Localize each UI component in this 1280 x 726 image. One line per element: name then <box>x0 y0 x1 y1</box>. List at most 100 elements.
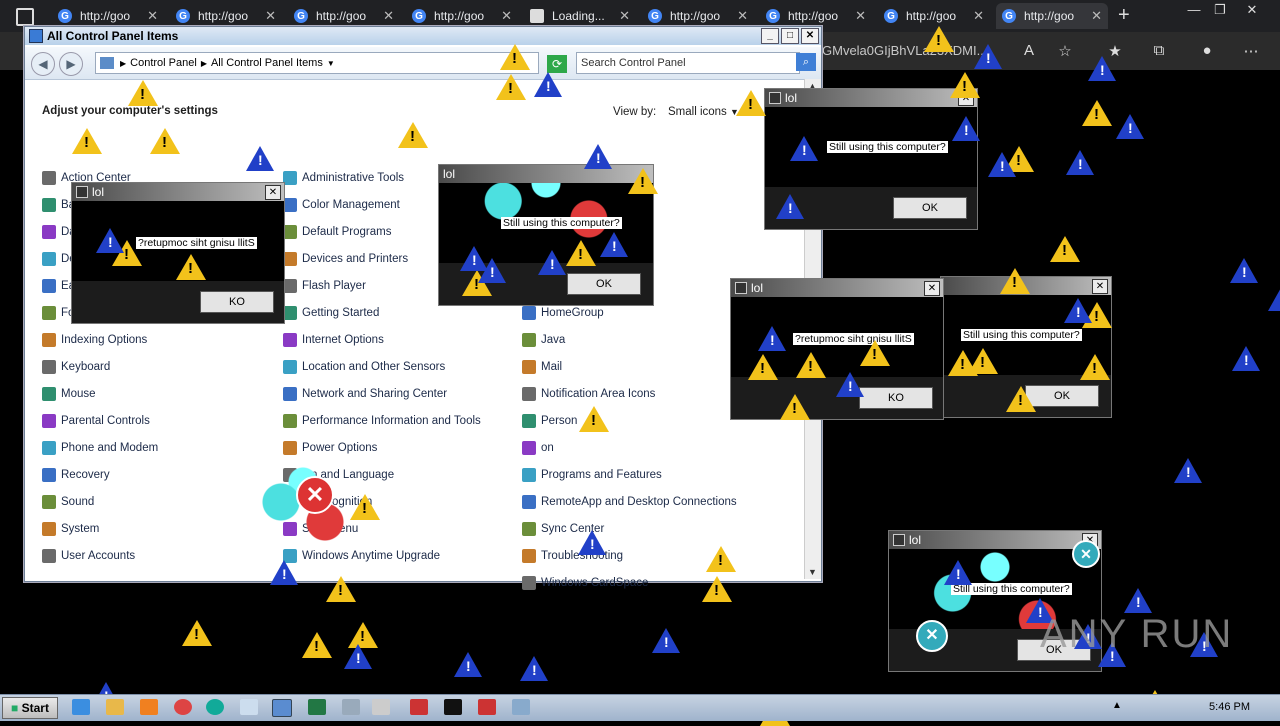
control-panel-item[interactable]: Network and Sharing Center <box>283 387 447 401</box>
view-by-dropdown[interactable]: Small icons ▼ <box>668 106 739 118</box>
document-icon[interactable] <box>342 699 360 715</box>
close-button[interactable]: ✕ <box>801 28 819 44</box>
address-bar[interactable]: ▶ Control Panel ▶ All Control Panel Item… <box>95 52 539 74</box>
breadcrumb-control-panel[interactable]: Control Panel <box>130 57 197 69</box>
chrome-icon[interactable] <box>174 699 192 715</box>
close-tab-icon[interactable]: ✕ <box>973 8 984 24</box>
control-panel-taskbar-icon[interactable] <box>272 699 292 717</box>
control-panel-item[interactable]: Internet Options <box>283 333 384 347</box>
clock[interactable]: 5:46 PM <box>1209 701 1250 713</box>
browser-window-icon[interactable] <box>16 8 34 26</box>
control-panel-item[interactable]: Devices and Printers <box>283 252 408 266</box>
close-tab-icon[interactable]: ✕ <box>737 8 748 24</box>
calculator-icon[interactable] <box>372 699 390 715</box>
more-options-icon[interactable]: ⋯ <box>1240 42 1262 60</box>
close-tab-icon[interactable]: ✕ <box>147 8 158 24</box>
browser-tab-active[interactable]: Ghttp://goo ✕ <box>996 3 1108 29</box>
control-panel-item[interactable]: Person <box>522 414 577 428</box>
close-button[interactable]: ✕ <box>1092 279 1108 294</box>
profile-icon[interactable]: ● <box>1196 42 1218 59</box>
control-panel-item-icon <box>522 441 536 455</box>
info-icon <box>520 656 548 681</box>
info-icon <box>534 72 562 97</box>
control-panel-item[interactable]: Notification Area Icons <box>522 387 655 401</box>
restore-icon[interactable]: ❐ <box>1208 2 1232 18</box>
control-panel-item[interactable]: on <box>522 441 554 455</box>
ok-button[interactable]: OK <box>567 273 641 295</box>
search-input[interactable]: Search Control Panel <box>576 52 800 74</box>
ok-button[interactable]: KO <box>200 291 274 313</box>
add-favorite-icon[interactable]: ☆ <box>1054 42 1076 60</box>
forward-button[interactable]: ▶ <box>59 52 83 76</box>
control-panel-item[interactable]: Flash Player <box>283 279 366 293</box>
show-hidden-icons[interactable]: ▲ <box>1112 700 1122 711</box>
media-player-icon[interactable] <box>140 699 158 715</box>
control-panel-item[interactable]: Java <box>522 333 565 347</box>
info-icon <box>776 194 804 219</box>
control-panel-item[interactable]: HomeGroup <box>522 306 604 320</box>
new-tab-button[interactable]: + <box>1118 4 1130 27</box>
control-panel-item[interactable]: Getting Started <box>283 306 379 320</box>
back-button[interactable]: ◀ <box>31 52 55 76</box>
control-panel-item[interactable]: Default Programs <box>283 225 391 239</box>
read-aloud-icon[interactable]: A <box>1018 42 1040 59</box>
close-tab-icon[interactable]: ✕ <box>619 8 630 24</box>
app-icon[interactable] <box>478 699 496 715</box>
control-panel-item[interactable]: Performance Information and Tools <box>283 414 481 428</box>
close-tab-icon[interactable]: ✕ <box>855 8 866 24</box>
control-panel-item-label: Windows CardSpace <box>541 577 649 589</box>
control-panel-item[interactable]: User Accounts <box>42 549 135 563</box>
control-panel-item[interactable]: RemoteApp and Desktop Connections <box>522 495 737 509</box>
control-panel-item[interactable]: Fo <box>42 306 74 320</box>
breadcrumb-all-items[interactable]: All Control Panel Items <box>211 57 323 69</box>
close-button[interactable]: ✕ <box>924 281 940 296</box>
control-panel-icon <box>100 57 114 69</box>
control-panel-item[interactable]: Keyboard <box>42 360 110 374</box>
minimize-button[interactable]: _ <box>761 28 779 44</box>
edge-icon[interactable] <box>206 699 224 715</box>
notepad-icon[interactable] <box>240 699 258 715</box>
chevron-down-icon[interactable]: ▼ <box>327 59 335 68</box>
internet-explorer-icon[interactable] <box>72 699 90 715</box>
control-panel-item-label: Mouse <box>61 388 96 400</box>
control-panel-item[interactable]: Parental Controls <box>42 414 150 428</box>
control-panel-item[interactable]: Windows CardSpace <box>522 576 648 590</box>
close-tab-icon[interactable]: ✕ <box>501 8 512 24</box>
maximize-button[interactable]: □ <box>781 28 799 44</box>
start-button[interactable]: ■ Start <box>2 697 58 719</box>
ok-button[interactable]: OK <box>893 197 967 219</box>
control-panel-item[interactable]: Troubleshooting <box>522 549 623 563</box>
scroll-down-arrow[interactable]: ▼ <box>808 567 817 577</box>
control-panel-item[interactable]: Mouse <box>42 387 96 401</box>
refresh-button[interactable]: ⟳ <box>547 55 567 73</box>
control-panel-item[interactable]: System <box>42 522 99 536</box>
control-panel-item[interactable]: Recovery <box>42 468 110 482</box>
close-tab-icon[interactable]: ✕ <box>265 8 276 24</box>
cmd-icon[interactable] <box>444 699 462 715</box>
info-icon <box>790 136 818 161</box>
control-panel-item[interactable]: Sound <box>42 495 94 509</box>
folder-icon[interactable] <box>106 699 124 715</box>
control-panel-item[interactable]: Location and Other Sensors <box>283 360 445 374</box>
control-panel-item[interactable]: Power Options <box>283 441 377 455</box>
app-icon[interactable] <box>410 699 428 715</box>
close-tab-icon[interactable]: ✕ <box>383 8 394 24</box>
control-panel-item[interactable]: Programs and Features <box>522 468 662 482</box>
collections-icon[interactable]: ⧉ <box>1148 42 1170 59</box>
close-tab-icon[interactable]: ✕ <box>1091 8 1102 24</box>
minimize-icon[interactable]: — <box>1182 2 1206 17</box>
paint-icon[interactable] <box>512 699 530 715</box>
control-panel-item[interactable]: Phone and Modem <box>42 441 158 455</box>
control-panel-item[interactable]: Mail <box>522 360 562 374</box>
address-bar-url[interactable]: GMvela0GIjBhVLa23XDMI... <box>822 43 987 58</box>
control-panel-item-label: Person <box>541 415 578 427</box>
control-panel-item[interactable]: Indexing Options <box>42 333 147 347</box>
performance-icon[interactable] <box>308 699 326 715</box>
ok-button[interactable]: KO <box>859 387 933 409</box>
ok-button[interactable]: OK <box>1025 385 1099 407</box>
close-button[interactable]: ✕ <box>265 185 281 200</box>
close-icon[interactable]: ✕ <box>1240 2 1264 18</box>
control-panel-item[interactable]: Administrative Tools <box>283 171 404 185</box>
search-icon[interactable]: ⌕ <box>796 53 816 71</box>
control-panel-item[interactable]: Color Management <box>283 198 400 212</box>
